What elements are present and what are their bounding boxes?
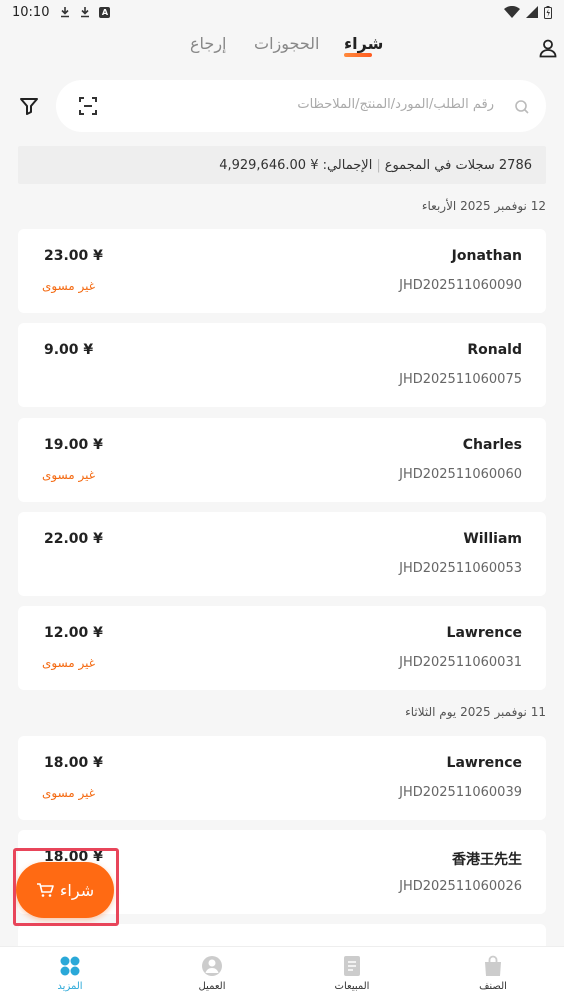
- nav-label: المزيد: [57, 981, 83, 992]
- top-tabs: شراء الحجوزات إرجاع: [0, 30, 564, 66]
- supplier-name: 香港王先生: [452, 852, 522, 868]
- tab-purchase[interactable]: شراء: [344, 34, 383, 53]
- supplier-name: Lawrence: [446, 625, 522, 641]
- supplier-name: Lawrence: [446, 755, 522, 771]
- wifi-icon: [504, 6, 520, 18]
- supplier-name: Charles: [462, 437, 522, 453]
- status-bar: 10:10 A: [0, 0, 564, 24]
- order-amount: 9.00 ¥: [44, 342, 94, 358]
- order-number: JHD202511060090: [399, 278, 522, 293]
- cart-icon: [36, 883, 54, 897]
- tab-reservations[interactable]: الحجوزات: [254, 34, 319, 53]
- date-header: 12 نوفمبر 2025 الأربعاء: [421, 199, 546, 213]
- battery-icon: [544, 5, 552, 19]
- total-label: الإجمالي: ¥: [310, 157, 373, 173]
- order-amount: 22.00 ¥: [44, 531, 103, 547]
- nav-label: الصنف: [479, 981, 507, 992]
- grid-icon: [60, 956, 80, 976]
- download-icon: [81, 7, 90, 18]
- supplier-name: William: [463, 531, 522, 547]
- settlement-status: غير مسوى: [42, 786, 96, 800]
- supplier-name: Jonathan: [451, 248, 522, 264]
- order-amount: 18.00 ¥: [44, 755, 103, 771]
- total-value: 4,929,646.00: [219, 157, 307, 173]
- order-number: JHD202511060053: [399, 561, 522, 576]
- summary-divider: |: [376, 157, 381, 173]
- new-purchase-button[interactable]: شراء: [16, 862, 114, 918]
- records-label: سجلات في المجموع: [384, 157, 495, 173]
- new-purchase-label: شراء: [59, 880, 95, 900]
- nav-label: المبيعات: [334, 981, 370, 992]
- order-number: JHD202511060039: [399, 785, 522, 800]
- nav-items[interactable]: الصنف: [448, 955, 538, 992]
- download-icon: [61, 7, 70, 18]
- order-amount: 19.00 ¥: [44, 437, 103, 453]
- order-card[interactable]: Lawrence JHD202511060039 18.00 ¥ غير مسو…: [18, 736, 546, 820]
- order-card[interactable]: Lawrence JHD202511060031 12.00 ¥ غير مسو…: [18, 606, 546, 690]
- order-card[interactable]: Ronald JHD202511060075 9.00 ¥: [18, 323, 546, 407]
- order-number: JHD202511060031: [399, 655, 522, 670]
- filter-icon[interactable]: [18, 95, 40, 117]
- user-icon[interactable]: [538, 38, 558, 58]
- signal-icon: [526, 6, 538, 18]
- active-tab-indicator: [344, 53, 372, 57]
- customer-icon: [202, 956, 222, 976]
- order-amount: 12.00 ¥: [44, 625, 103, 641]
- bag-icon: [485, 955, 501, 976]
- date-header: 11 نوفمبر 2025 يوم الثلاثاء: [405, 705, 546, 719]
- order-card[interactable]: Jonathan JHD202511060090 23.00 ¥ غير مسو…: [18, 229, 546, 313]
- document-icon: [344, 956, 360, 976]
- settlement-status: غير مسوى: [42, 468, 96, 482]
- supplier-name: Ronald: [467, 342, 522, 358]
- order-number: JHD202511060075: [399, 372, 522, 387]
- nav-more[interactable]: المزيد: [25, 955, 115, 992]
- order-amount: 23.00 ¥: [44, 248, 103, 264]
- order-card[interactable]: Charles JHD202511060060 19.00 ¥ غير مسوى: [18, 418, 546, 502]
- tab-return[interactable]: إرجاع: [190, 34, 226, 53]
- status-time: 10:10: [12, 4, 50, 20]
- search-input[interactable]: رقم الطلب/المورد/المنتج/الملاحظات: [297, 97, 494, 112]
- settlement-status: غير مسوى: [42, 279, 96, 293]
- nav-label: العميل: [198, 981, 226, 992]
- bottom-nav: المزيد العميل المبيعات الصنف: [0, 946, 564, 1004]
- scan-icon[interactable]: [78, 96, 98, 116]
- summary-bar: 2786 سجلات في المجموع | الإجمالي: ¥ 4,92…: [18, 146, 546, 184]
- notification-a-icon: A: [99, 6, 111, 18]
- search-icon: [515, 100, 529, 114]
- order-number: JHD202511060060: [399, 467, 522, 482]
- nav-customer[interactable]: العميل: [167, 955, 257, 992]
- settlement-status: غير مسوى: [42, 656, 96, 670]
- nav-sales[interactable]: المبيعات: [307, 955, 397, 992]
- order-card[interactable]: William JHD202511060053 22.00 ¥: [18, 512, 546, 596]
- search-box[interactable]: رقم الطلب/المورد/المنتج/الملاحظات: [56, 80, 546, 132]
- order-number: JHD202511060026: [399, 879, 522, 894]
- record-count: 2786: [498, 157, 532, 173]
